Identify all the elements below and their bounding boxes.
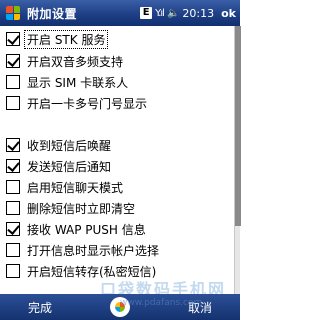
options-list: 开启 STK 服务 开启双音多频支持 显示 SIM 卡联系人 开启一卡多号门号显… xyxy=(0,26,234,294)
clock-time[interactable]: 20:13 xyxy=(182,7,214,20)
checkbox[interactable] xyxy=(6,32,20,46)
option-dtmf-support[interactable]: 开启双音多频支持 xyxy=(6,52,125,70)
speaker-icon[interactable]: 🔈 xyxy=(167,8,179,19)
option-wake-on-sms[interactable]: 收到短信后唤醒 xyxy=(6,136,113,154)
edge-network-icon: E xyxy=(140,7,153,19)
checkbox[interactable] xyxy=(6,222,20,236)
option-label: 开启一卡多号门号显示 xyxy=(27,96,148,111)
option-stk-service[interactable]: 开启 STK 服务 xyxy=(6,29,109,49)
option-label: 开启 STK 服务 xyxy=(23,29,109,49)
ok-button[interactable]: ok xyxy=(221,7,236,20)
option-sim-contacts[interactable]: 显示 SIM 卡联系人 xyxy=(6,73,130,91)
done-softkey[interactable]: 完成 xyxy=(0,299,80,316)
option-account-selection[interactable]: 打开信息时显示帐户选择 xyxy=(6,241,161,259)
option-notify-after-send[interactable]: 发送短信后通知 xyxy=(6,157,113,175)
option-label: 打开信息时显示帐户选择 xyxy=(27,243,160,258)
watermark-url: www.pdafans.com xyxy=(120,298,203,308)
option-multi-number[interactable]: 开启一卡多号门号显示 xyxy=(6,94,149,112)
vertical-scrollbar[interactable] xyxy=(234,26,241,294)
option-label: 接收 WAP PUSH 信息 xyxy=(27,222,146,237)
option-label: 开启双音多频支持 xyxy=(27,54,124,69)
checkbox[interactable] xyxy=(6,201,20,215)
status-area: E Y.ıl 🔈 20:13 ok xyxy=(140,7,236,20)
option-wap-push[interactable]: 接收 WAP PUSH 信息 xyxy=(6,220,148,238)
start-menu-icon[interactable] xyxy=(3,3,23,23)
option-label: 发送短信后通知 xyxy=(27,159,112,174)
checkbox[interactable] xyxy=(6,96,20,110)
scrollbar-thumb[interactable] xyxy=(235,26,241,226)
checkbox[interactable] xyxy=(6,159,20,173)
option-label: 启用短信聊天模式 xyxy=(27,180,124,195)
option-chat-mode[interactable]: 启用短信聊天模式 xyxy=(6,178,125,196)
option-label: 收到短信后唤醒 xyxy=(27,138,112,153)
signal-strength-icon[interactable]: Y.ıl xyxy=(155,8,165,19)
option-delete-immediately[interactable]: 删除短信时立即清空 xyxy=(6,199,137,217)
checkbox[interactable] xyxy=(6,138,20,152)
checkbox[interactable] xyxy=(6,180,20,194)
option-label: 删除短信时立即清空 xyxy=(27,201,136,216)
checkbox[interactable] xyxy=(6,264,20,278)
option-label: 显示 SIM 卡联系人 xyxy=(27,75,129,90)
checkbox[interactable] xyxy=(6,54,20,68)
title-bar: 附加设置 E Y.ıl 🔈 20:13 ok xyxy=(0,0,240,26)
checkbox[interactable] xyxy=(6,243,20,257)
page-title: 附加设置 xyxy=(27,6,78,21)
checkbox[interactable] xyxy=(6,75,20,89)
